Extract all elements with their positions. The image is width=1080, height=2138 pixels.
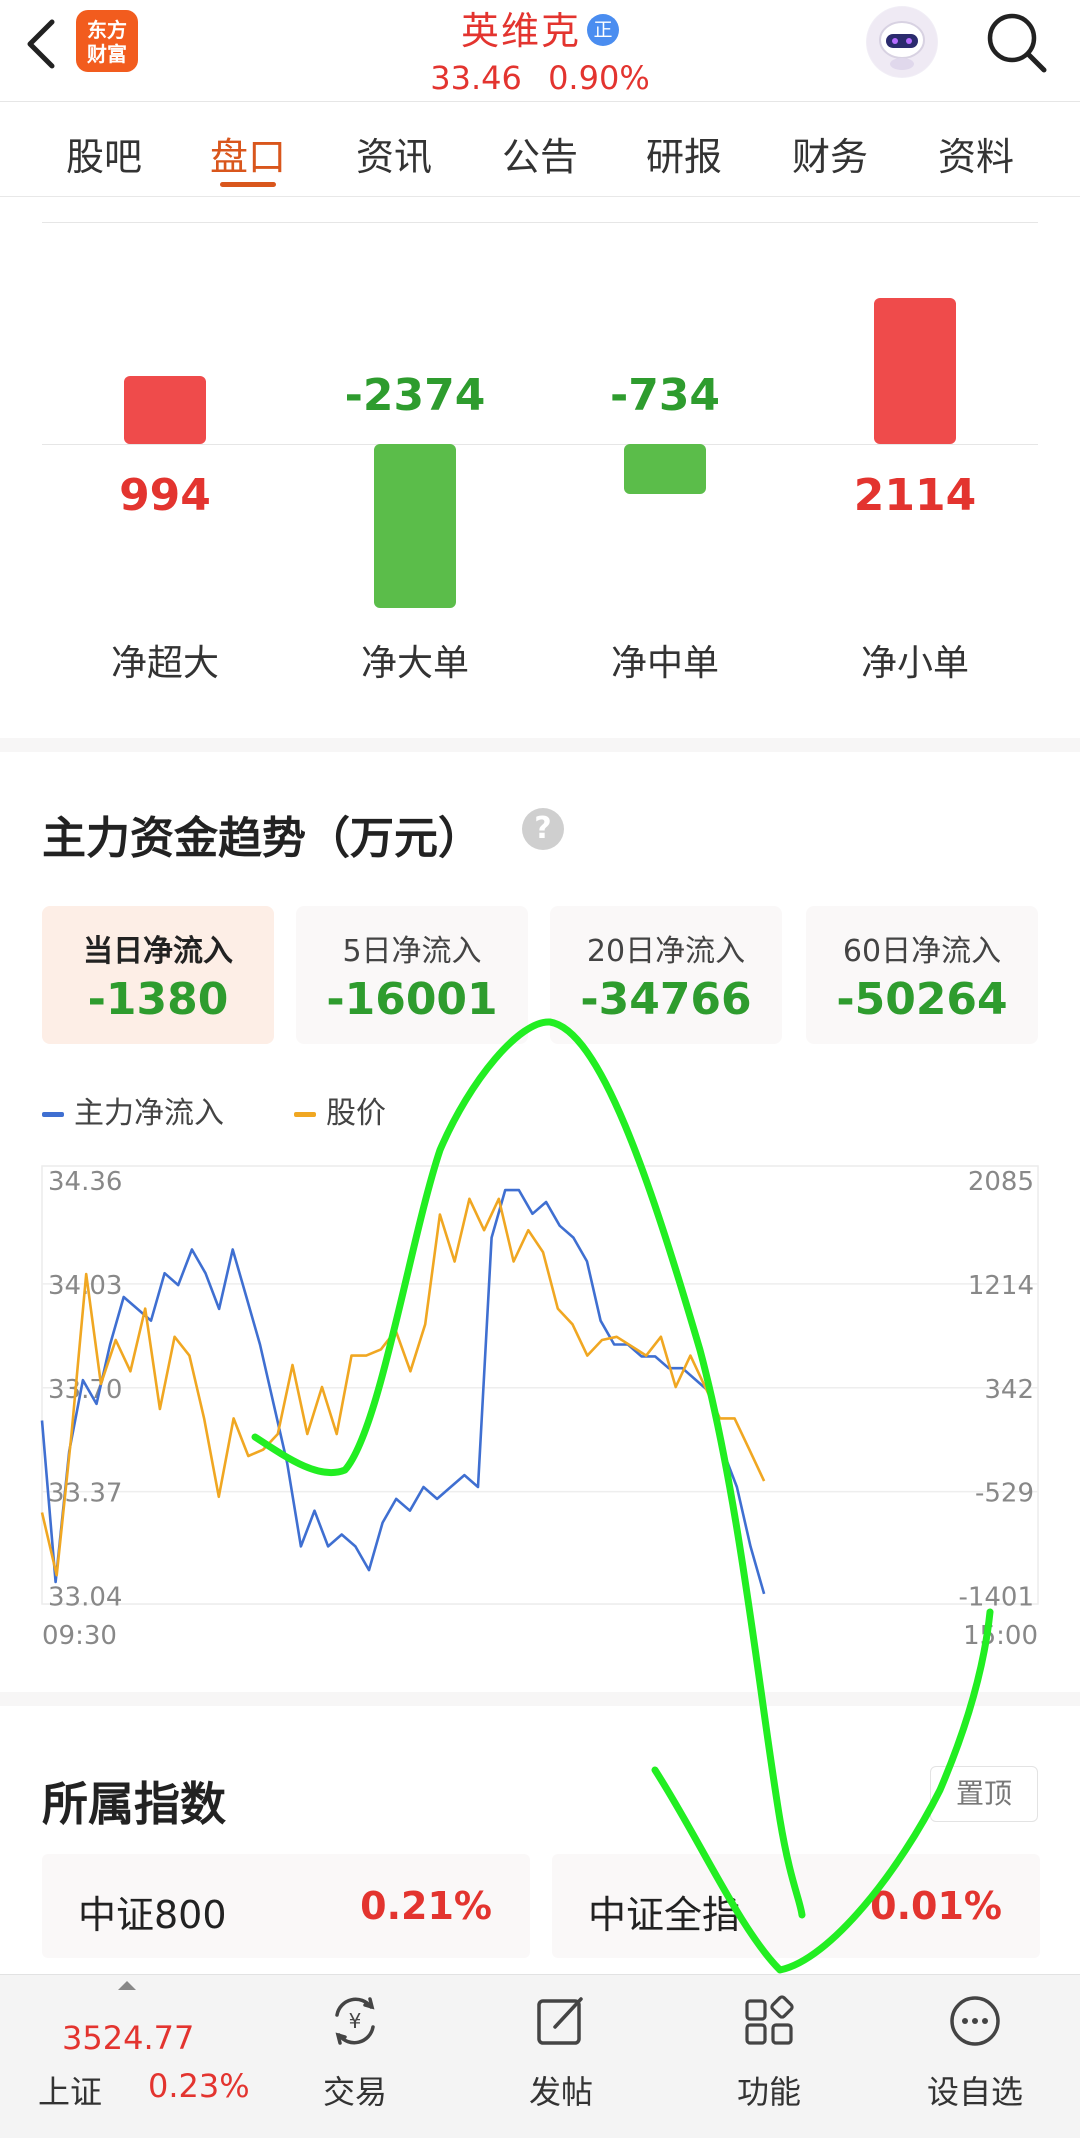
flow-value-large: -2374 [344,370,486,421]
nav-label: 发帖 [528,2073,593,2111]
tab-guba[interactable]: 股吧 [44,126,164,181]
nav-trade[interactable]: ¥ 交易 [270,1975,440,2138]
tab-research[interactable]: 研报 [624,126,744,181]
search-icon[interactable] [984,10,1050,76]
flow-label-super: 净超大 [110,643,219,684]
index-pct: 0.21% [360,1884,492,1928]
flow-value-medium: -734 [609,370,721,421]
tab-finance[interactable]: 财务 [770,126,890,181]
flow-label-large: 净大单 [360,643,469,684]
top-header: 东方 财富 英维克正 33.46 0.90% [0,0,1080,102]
index-section: 所属指数 置顶 中证800 0.21% 中证全指 0.01% [0,1706,1080,1974]
x-axis-tick: 15:00 [963,1621,1038,1651]
flow-label-medium: 净中单 [610,643,719,684]
section-gap [0,1692,1080,1706]
more-circle-icon [950,1996,1000,2046]
flow-bar-super [124,376,206,444]
nav-label: 设自选 [926,2073,1023,2111]
index-card[interactable]: 中证800 0.21% [42,1854,530,1958]
index-card[interactable]: 中证全指 0.01% [552,1854,1040,1958]
nav-add-watchlist[interactable]: 设自选 [890,1975,1060,2138]
flow-value-super: 994 [119,470,211,521]
flow-bar-small [874,298,956,444]
flow-value-small: 2114 [853,470,977,521]
right-axis-tick: -529 [975,1479,1034,1509]
badge-icon: 正 [587,14,619,46]
left-axis-tick: 34.36 [48,1167,122,1197]
robot-avatar-icon[interactable] [866,6,938,78]
index-name: 中证800 [78,1893,227,1937]
market-name: 上证 [38,2073,103,2111]
zero-baseline [42,444,1038,445]
x-axis-tick: 09:30 [42,1621,117,1651]
flow-bar-large [374,444,456,608]
flow-bar-medium [624,444,706,494]
right-axis-tick: 342 [984,1375,1034,1405]
trade-icon: ¥ [335,1997,375,2045]
tab-bar: 股吧 盘口 资讯 公告 研报 财务 资料 [0,102,1080,197]
series-line-main-inflow [40,1188,766,1595]
tab-pankou[interactable]: 盘口 [188,126,308,181]
plot-frame [41,1165,1039,1605]
edit-icon [537,1997,583,2045]
left-axis-tick: 33.04 [48,1583,122,1613]
grid-apps-icon [745,1995,794,2045]
market-price: 3524.77 [62,2019,195,2057]
nav-functions[interactable]: 功能 [684,1975,854,2138]
series-line-price [40,1197,766,1577]
tab-news[interactable]: 资讯 [334,126,454,181]
right-axis-tick: 1214 [968,1271,1034,1301]
nav-post[interactable]: 发帖 [476,1975,646,2138]
left-axis-tick: 33.70 [48,1375,122,1405]
stock-price: 33.46 [430,59,522,97]
main-fund-trend-section: 主力资金趋势（万元） ? 当日净流入 -1380 5日净流入 -16001 20… [0,752,1080,1692]
stock-name: 英维克 [460,9,581,53]
trend-line-chart[interactable]: 34.36 208534.03 121433.70 34233.37 -52933.04… [0,752,1080,1692]
tab-announcements[interactable]: 公告 [480,126,600,181]
active-tab-indicator [220,182,276,187]
index-name: 中证全指 [588,1893,741,1937]
right-axis-tick: -1401 [958,1583,1034,1613]
pin-top-button[interactable]: 置顶 [930,1766,1038,1822]
nav-label: 交易 [322,2073,387,2111]
section-gap [0,738,1080,752]
tab-profile[interactable]: 资料 [916,126,1036,181]
bottom-bar: 3524.77 上证 0.23% ¥ 交易 发帖 功能 设自选 [0,1974,1080,2138]
caret-up-icon [118,1981,136,1990]
divider [42,222,1038,223]
svg-text:¥: ¥ [349,2009,362,2033]
index-pct: 0.01% [870,1884,1002,1928]
market-pct: 0.23% [148,2067,250,2105]
stock-change-pct: 0.90% [548,59,650,97]
fund-flow-section: 994 净超大 -2374 净大单 -734 净中单 2114 净小单 [0,198,1080,738]
index-section-title: 所属指数 [42,1777,226,1831]
right-axis-tick: 2085 [968,1167,1034,1197]
flow-label-small: 净小单 [860,643,969,684]
left-axis-tick: 33.37 [48,1479,122,1509]
nav-label: 功能 [736,2073,801,2111]
